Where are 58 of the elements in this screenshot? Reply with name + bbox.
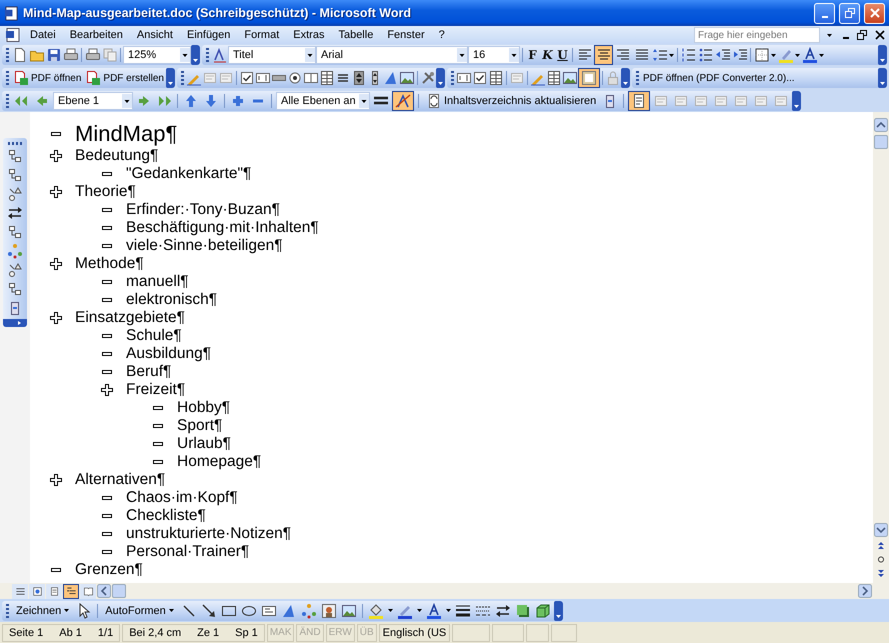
status-text: Bei 2,4 cm [129,626,182,638]
outline-heading: Ausbildung¶ [126,345,212,363]
level-dropdown[interactable]: Ebene 1 [53,92,133,110]
outline-heading: Freizeit¶ [126,381,186,399]
outline-heading: manuell¶ [126,273,189,291]
zoom-dropdown[interactable]: 125% [123,46,191,64]
outline-heading: Methode¶ [75,255,144,273]
outline-heading: Chaos·im·Kopf¶ [126,489,238,507]
menu-item[interactable]: Bearbeiten [64,29,129,41]
pdf-button[interactable]: PDF öffnen [11,69,84,87]
outline-heading: Beruf¶ [126,363,172,381]
draw-menu-button[interactable]: Zeichnen [13,602,74,620]
outline-heading: Erfinder:·Tony·Buzan¶ [126,201,280,219]
outline-heading: Sport¶ [177,417,222,435]
menu-item[interactable]: ? [432,29,451,41]
menu-item[interactable]: Format [238,29,286,41]
outline-title: MindMap¶ [75,121,178,147]
outline-heading: viele·Sinne·beteiligen¶ [126,237,283,255]
language-indicator: Englisch (US [378,624,450,642]
italic-button[interactable]: K [540,46,555,64]
pdf-button[interactable]: PDF erstellen [83,69,166,87]
show-levels-dropdown[interactable]: Alle Ebenen an [276,92,370,110]
outline-heading: Einsatzgebiete¶ [75,309,186,327]
outline-heading: Schule¶ [126,327,182,345]
menu-item[interactable]: Einfügen [180,29,236,41]
outline-heading: Bedeutung¶ [75,147,158,165]
menu-item[interactable]: Fenster [381,29,431,41]
outline-heading: Hobby¶ [177,399,230,417]
outline-heading: Beschäftigung·mit·Inhalten¶ [126,219,319,237]
window-title: Mind-Map-ausgearbeitet.doc (Schreibgeschützt) - Microsoft Word [23,6,411,20]
outline-heading: "Gedankenkarte"¶ [126,165,252,183]
menu-item[interactable]: Tabelle [332,29,380,41]
status-text: Seite 1 [9,626,44,638]
status-text: Sp 1 [235,626,258,638]
menu-item[interactable]: Ansicht [130,29,179,41]
status-text: 1/1 [98,626,114,638]
status-text: Ze 1 [197,626,220,638]
font-dropdown[interactable]: Arial [316,46,468,64]
outline-heading: Homepage¶ [177,453,262,471]
underline-button[interactable]: U [555,46,570,64]
outline-heading: unstrukturierte·Notizen¶ [126,525,292,543]
status-text: Ab 1 [59,626,82,638]
menu-item[interactable]: Extras [287,29,330,41]
update-toc-button[interactable]: Inhaltsverzeichnis aktualisieren [423,92,600,110]
outline-heading: Theorie¶ [75,183,136,201]
outline-heading: Urlaub¶ [177,435,231,453]
font-size-dropdown[interactable]: 16 [468,46,520,64]
help-search-field[interactable]: Frage hier eingeben [694,27,820,43]
outline-heading: Checkliste¶ [126,507,206,525]
menu-item[interactable]: Datei [24,29,62,41]
autoshapes-menu-button[interactable]: AutoFormen [102,602,178,620]
outline-heading: Personal·Trainer¶ [126,543,250,561]
outline-heading: Grenzen¶ [75,561,143,579]
style-dropdown[interactable]: Titel [228,46,316,64]
pdf-open-button[interactable]: PDF öffnen (PDF Converter 2.0)... [640,69,797,87]
outline-heading: Alternativen¶ [75,471,166,489]
bold-button[interactable]: F [525,46,540,64]
outline-heading: elektronisch¶ [126,291,218,309]
